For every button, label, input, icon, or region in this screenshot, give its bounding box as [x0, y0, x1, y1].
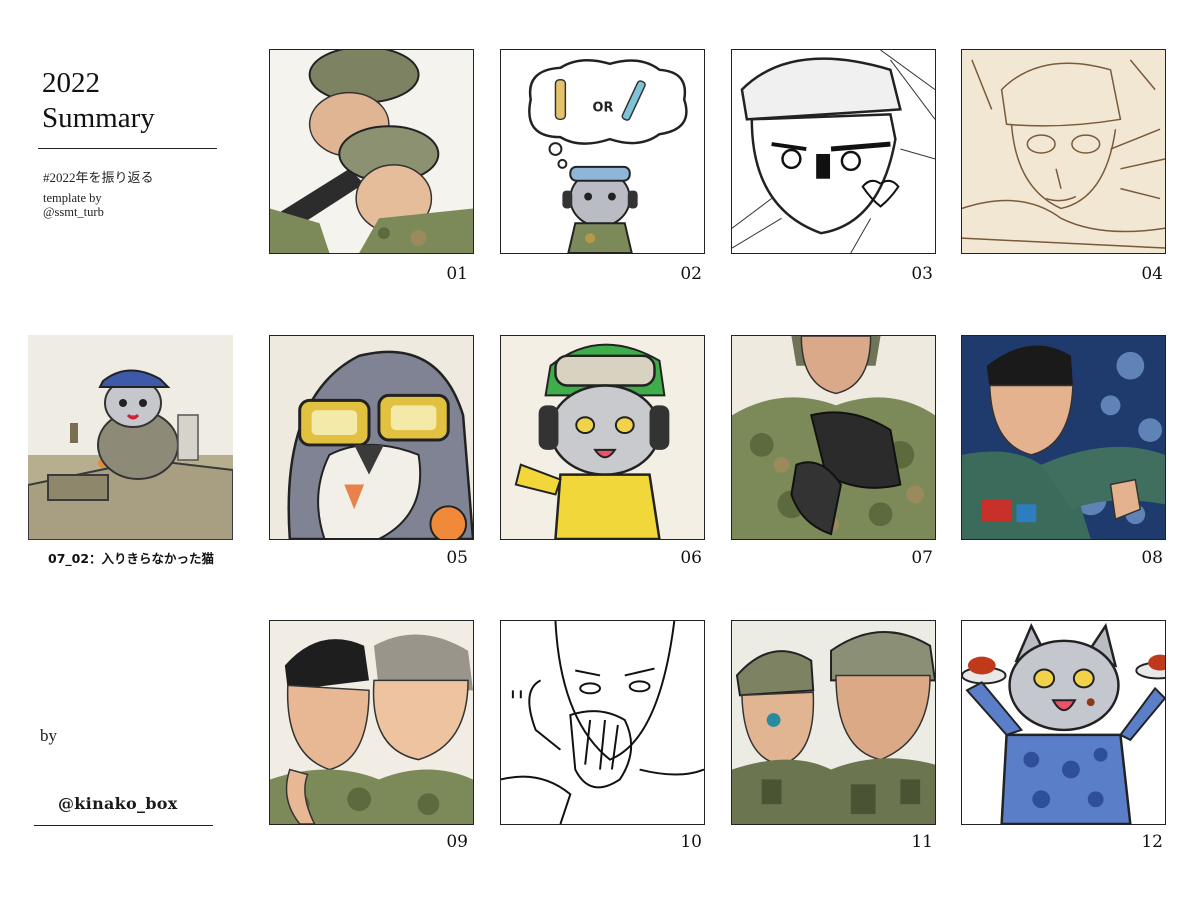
tile-number-01: 01: [446, 264, 468, 284]
tile-11-two-soldiers-helmets[interactable]: [731, 620, 936, 825]
title-divider: [38, 148, 217, 149]
tile-04-sketch-soldier[interactable]: [961, 49, 1166, 254]
tile-09-image: [270, 621, 473, 824]
tile-07-soldier-gloves[interactable]: [731, 335, 936, 540]
title-year: 2022: [42, 67, 100, 99]
tile-number-12: 12: [1141, 832, 1163, 852]
template-credit-label: template by: [43, 191, 102, 205]
tile-09-two-soldiers[interactable]: [269, 620, 474, 825]
tile-10-image: [501, 621, 704, 824]
template-credit: template by @ssmt_turb: [43, 191, 104, 219]
tile-03-image: [732, 50, 935, 253]
cat-vehicle-image: [28, 335, 233, 540]
tile-number-05: 05: [446, 548, 468, 568]
tile-number-11: 11: [911, 832, 933, 852]
tile-11-image: [732, 621, 935, 824]
tile-02-image: OR: [501, 50, 704, 253]
tile-number-08: 08: [1141, 548, 1163, 568]
tile-06-cat-yellow-coat[interactable]: [500, 335, 705, 540]
tile-12-cat-curry-plates[interactable]: [961, 620, 1166, 825]
tile-number-03: 03: [911, 264, 933, 284]
template-credit-handle: @ssmt_turb: [43, 205, 104, 219]
thought-bubble-or-text: OR: [593, 100, 614, 115]
page-title: 2022 Summary: [42, 66, 155, 136]
tile-10-hand-over-mouth[interactable]: [500, 620, 705, 825]
tile-number-09: 09: [446, 832, 468, 852]
hashtag-text: #2022年を振り返る: [43, 170, 154, 185]
tile-05-image: [270, 336, 473, 539]
tile-number-10: 10: [680, 832, 702, 852]
tile-01-soldiers-helmets[interactable]: [269, 49, 474, 254]
tile-07-image: [732, 336, 935, 539]
tile-number-04: 04: [1141, 264, 1163, 284]
title-summary: Summary: [42, 102, 155, 134]
extra-illustration-cat-vehicle[interactable]: [28, 335, 233, 540]
tile-number-06: 06: [680, 548, 702, 568]
tile-03-surprised-soldier[interactable]: [731, 49, 936, 254]
tile-08-image: [962, 336, 1165, 539]
tile-02-cat-thought[interactable]: OR: [500, 49, 705, 254]
tile-06-image: [501, 336, 704, 539]
author-handle[interactable]: @kinako_box: [58, 794, 178, 813]
tile-12-image: [962, 621, 1165, 824]
tile-08-pilot-thumbsup[interactable]: [961, 335, 1166, 540]
extra-caption: 07_02：入りきらなかった猫: [48, 551, 215, 566]
tile-05-owl-goggles[interactable]: [269, 335, 474, 540]
tile-01-image: [270, 50, 473, 253]
by-label: by: [40, 726, 57, 745]
tile-number-07: 07: [911, 548, 933, 568]
tile-04-image: [962, 50, 1165, 253]
tile-number-02: 02: [680, 264, 702, 284]
author-divider: [34, 825, 213, 826]
